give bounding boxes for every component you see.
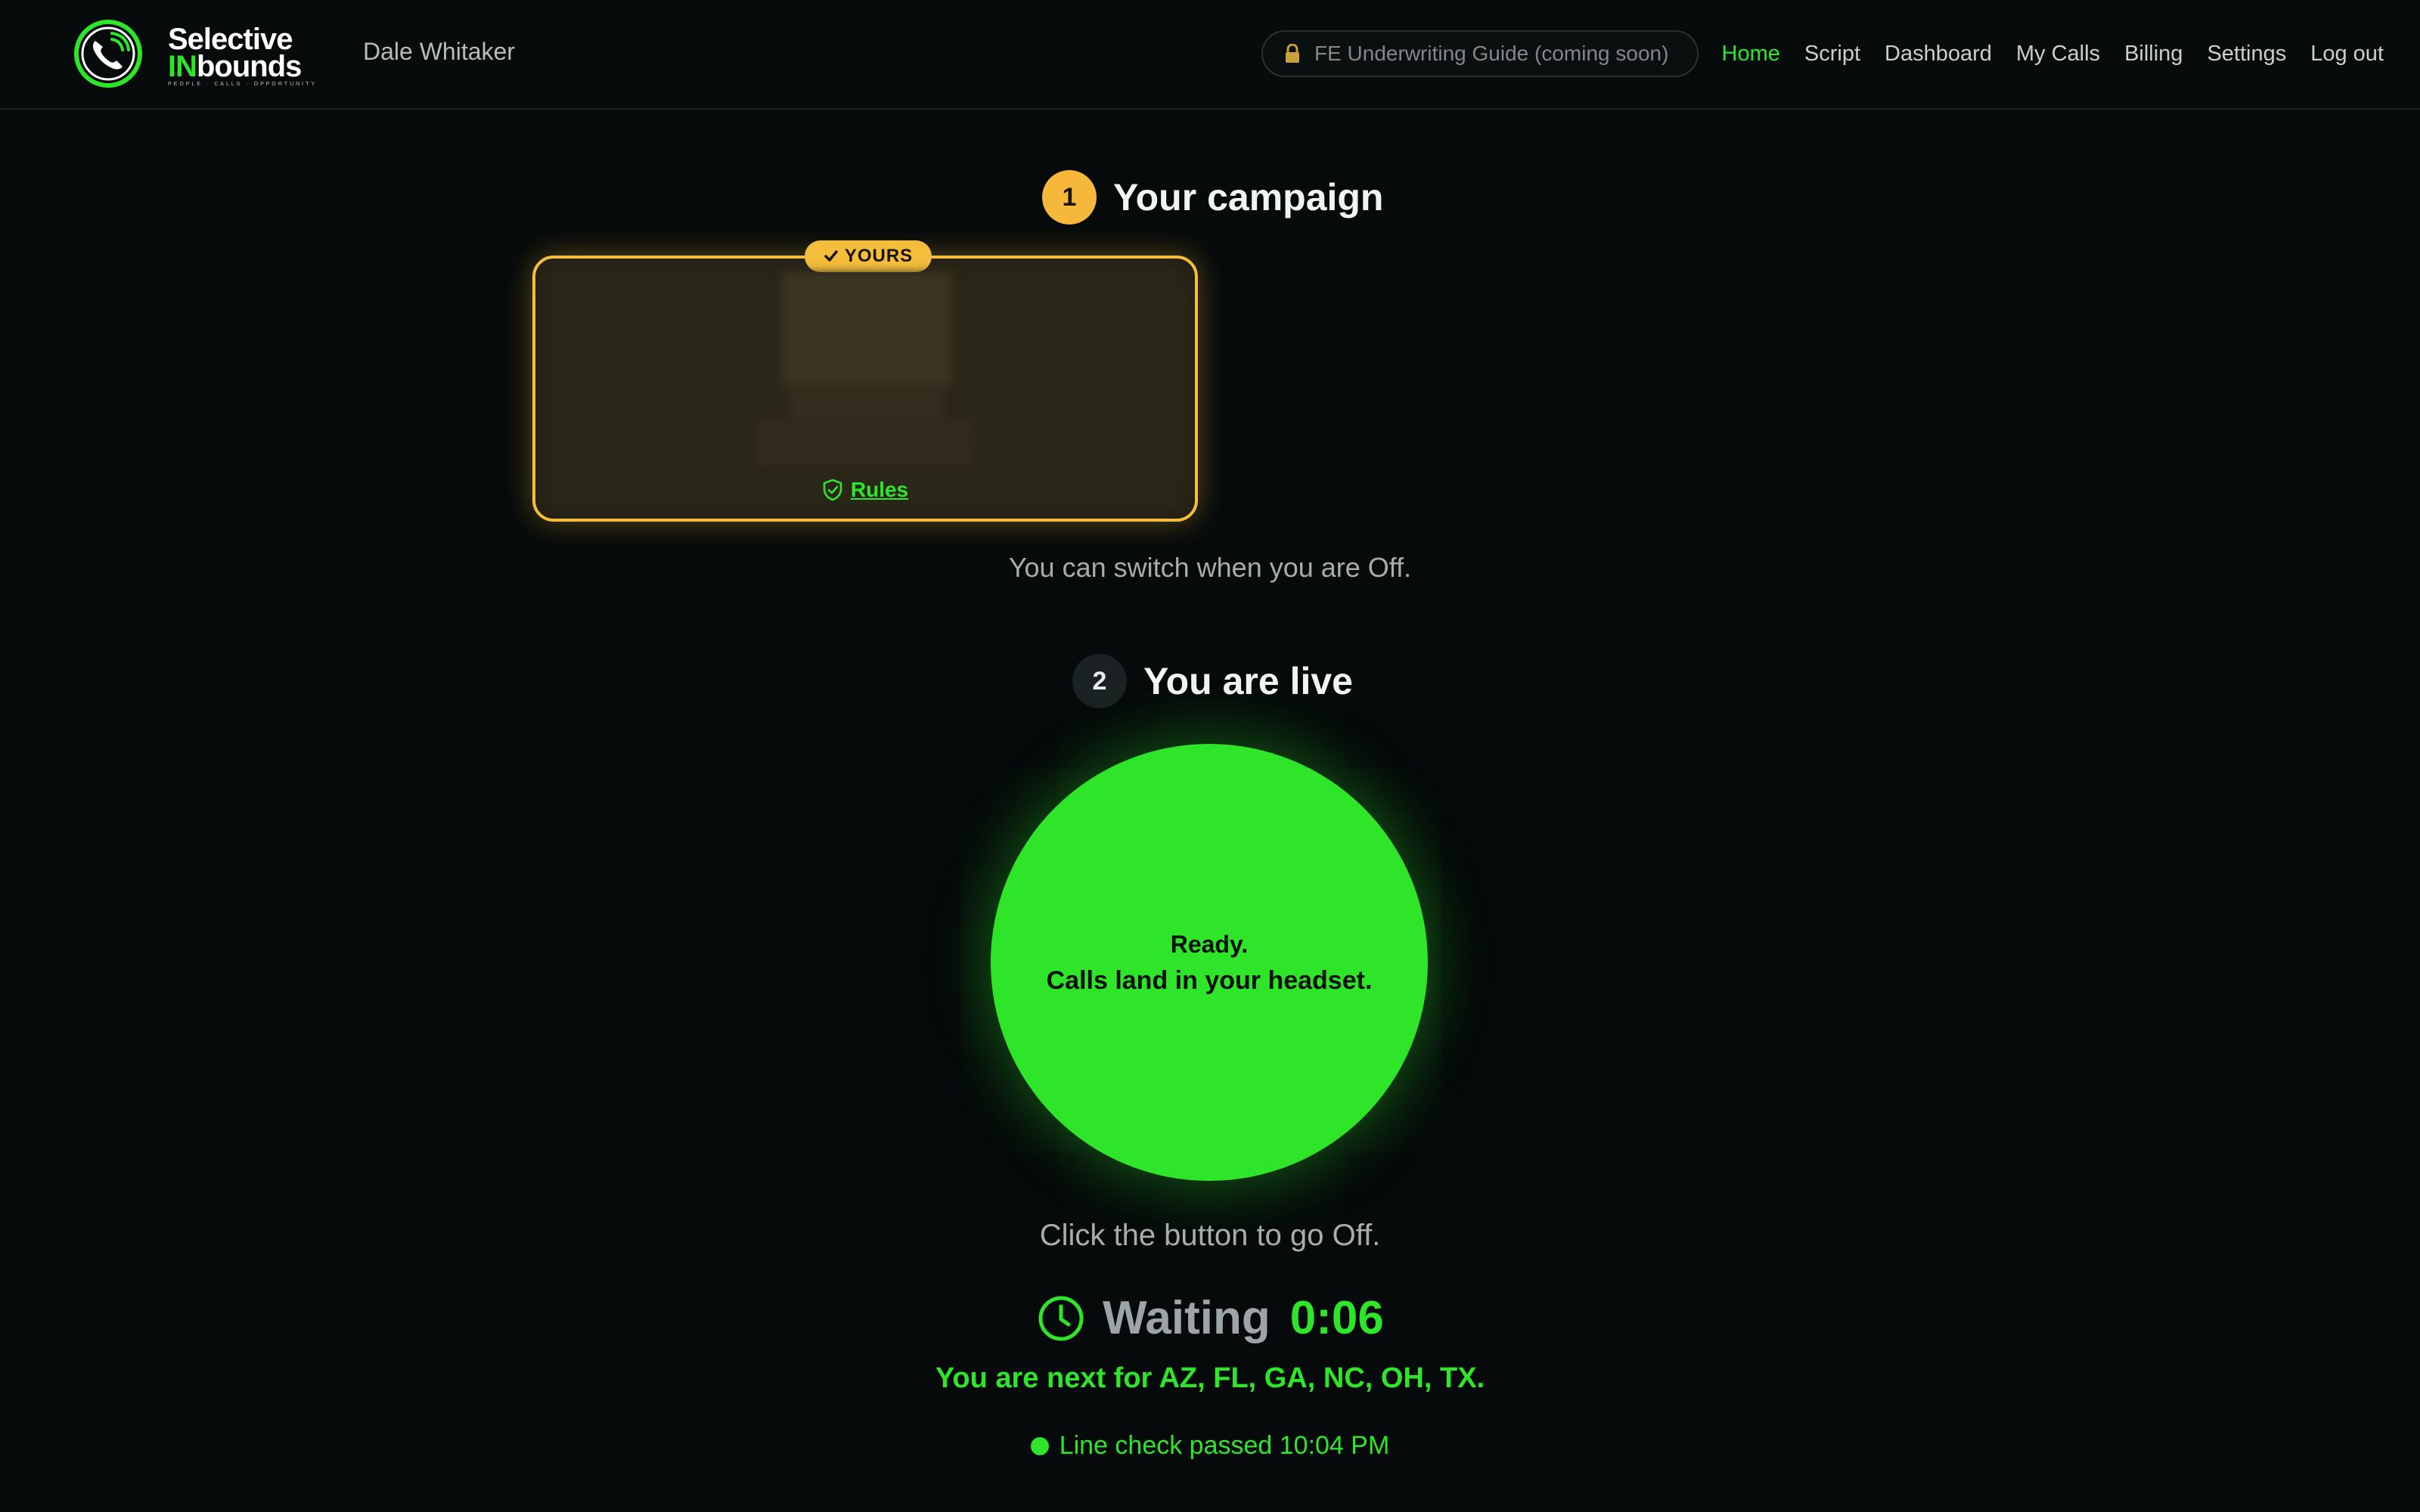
brand-name-line1: Selective [168, 23, 293, 56]
campaign-image-placeholder [756, 419, 974, 466]
status-dot-icon [1030, 1436, 1049, 1455]
brand-tagline: PEOPLE · CALLS · OPPORTUNITY [168, 82, 318, 87]
queue-states-note: You are next for AZ, FL, GA, NC, OH, TX. [935, 1362, 1485, 1394]
go-off-button[interactable]: Ready. Calls land in your headset. [991, 744, 1428, 1181]
yours-badge: YOURS [805, 240, 932, 272]
step-2-heading: 2 You are live [1072, 654, 1353, 708]
line-check-status: Line check passed 10:04 PM [0, 1431, 2420, 1461]
shield-check-icon [823, 479, 842, 501]
nav-settings[interactable]: Settings [2207, 42, 2286, 67]
top-header: Selective INbounds PEOPLE · CALLS · OPPO… [0, 0, 2420, 110]
underwriting-guide-label: FE Underwriting Guide (coming soon) [1314, 42, 1669, 65]
clock-icon [1038, 1296, 1084, 1340]
brand-name-rest: bounds [197, 50, 302, 83]
switch-note: You can switch when you are Off. [1008, 552, 1412, 583]
user-name: Dale Whitaker [363, 38, 515, 65]
check-icon [824, 250, 838, 262]
campaign-image-placeholder [782, 272, 951, 387]
nav-billing[interactable]: Billing [2124, 42, 2183, 67]
step-1-title: Your campaign [1113, 176, 1384, 218]
line-check-label: Line check passed 10:04 PM [1059, 1431, 1390, 1460]
nav-dashboard[interactable]: Dashboard [1885, 42, 1992, 67]
nav-home[interactable]: Home [1722, 42, 1780, 67]
waiting-label: Waiting [1103, 1292, 1270, 1344]
ready-label: Ready. [1170, 931, 1249, 958]
waiting-timer: 0:06 [1289, 1292, 1384, 1344]
campaign-card[interactable]: YOURS Rules [532, 240, 1198, 522]
brand-name-line2: INbounds [168, 50, 319, 83]
nav-my-calls[interactable]: My Calls [2016, 42, 2100, 67]
underwriting-guide-pill: FE Underwriting Guide (coming soon) [1261, 30, 1699, 77]
phone-signal-icon[interactable] [73, 18, 144, 89]
nav-log-out[interactable]: Log out [2310, 42, 2384, 67]
main-nav: Home Script Dashboard My Calls Billing S… [1722, 0, 2384, 107]
step-1-heading: 1 Your campaign [1042, 170, 1383, 225]
nav-script[interactable]: Script [1804, 42, 1860, 67]
step-2-number: 2 [1072, 654, 1127, 708]
waiting-status: Waiting 0:06 [0, 1291, 2420, 1345]
step-1-number: 1 [1042, 170, 1097, 225]
rules-link-label: Rules [850, 478, 909, 501]
brand-logo[interactable]: Selective INbounds PEOPLE · CALLS · OPPO… [168, 23, 319, 87]
headset-label: Calls land in your headset. [1046, 966, 1373, 995]
yours-badge-label: YOURS [844, 246, 914, 266]
go-off-note: Click the button to go Off. [1039, 1219, 1381, 1252]
lock-icon [1286, 44, 1299, 63]
rules-link[interactable]: Rules [535, 478, 1195, 502]
step-2-title: You are live [1143, 660, 1353, 702]
brand-name-highlight: IN [168, 50, 197, 83]
